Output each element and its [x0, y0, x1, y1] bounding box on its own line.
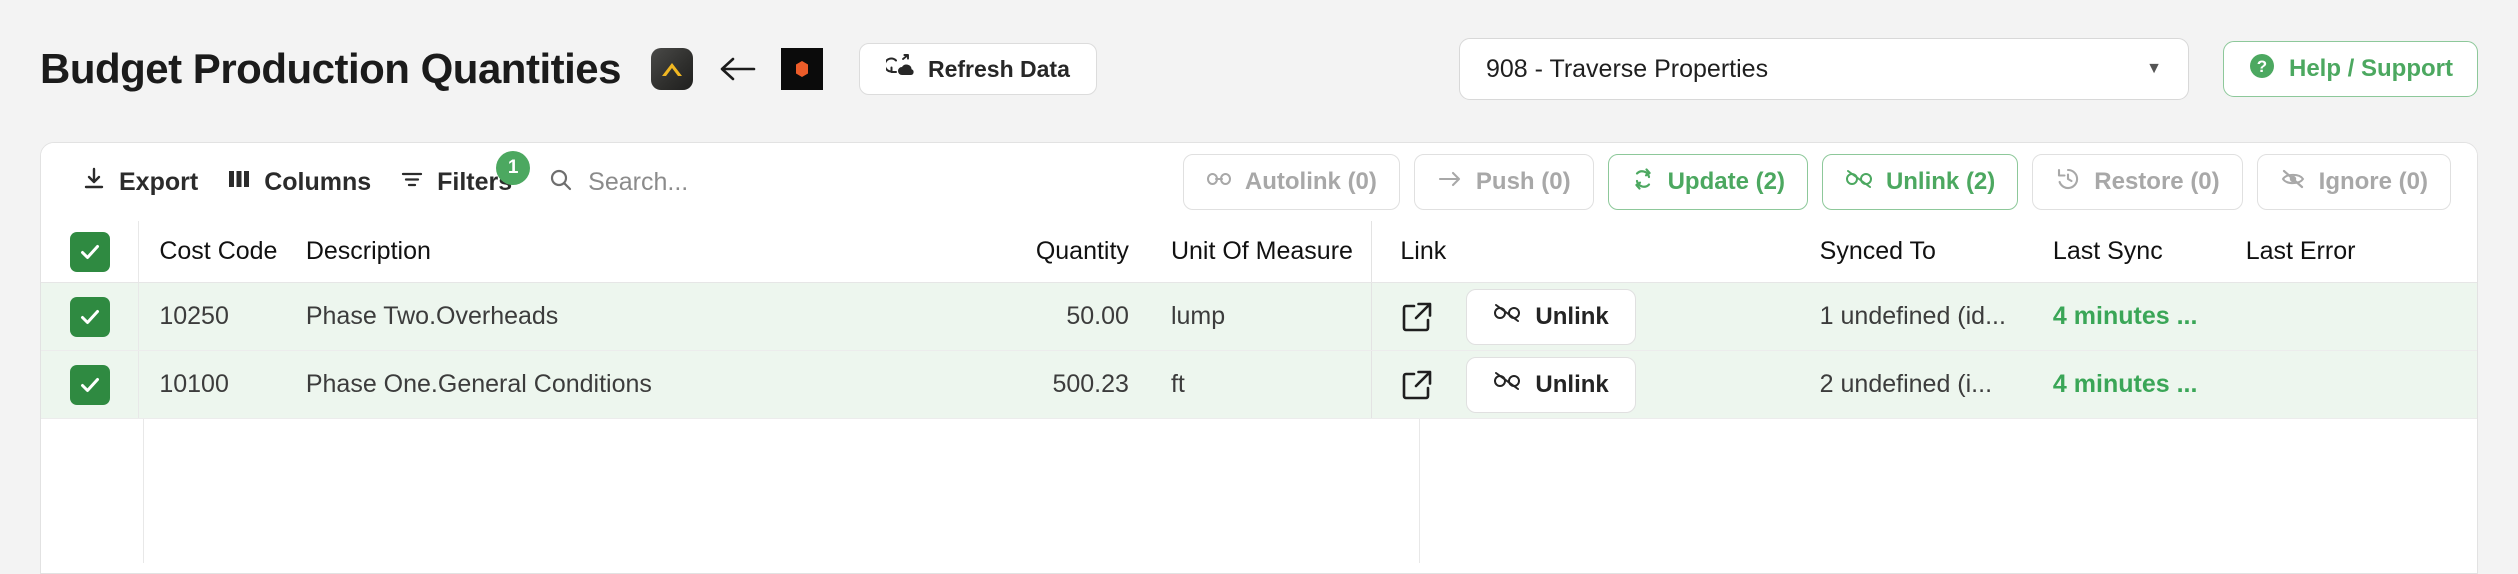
restore-label: Restore (0): [2094, 168, 2220, 195]
refresh-cw-icon: [1631, 166, 1655, 199]
grid-toolbar: Export Columns Filters 1 Search... Autol…: [41, 143, 2477, 221]
cell-synced-to: 1 undefined (id...: [1819, 302, 2006, 330]
row-checkbox[interactable]: [69, 364, 110, 405]
help-support-button[interactable]: ? Help / Support: [2223, 41, 2478, 97]
autolink-button[interactable]: Autolink (0): [1182, 154, 1400, 210]
row-unlink-label: Unlink: [1535, 370, 1609, 398]
external-link-icon[interactable]: [1400, 368, 1434, 402]
project-select[interactable]: 908 - Traverse Properties ▼: [1459, 38, 2189, 100]
search-icon: [548, 167, 574, 198]
restore-button[interactable]: Restore (0): [2032, 154, 2243, 210]
unlink-icon: [1493, 370, 1521, 399]
eye-off-icon: [2280, 168, 2306, 197]
cell-unit-of-measure: ft: [1170, 370, 1185, 398]
row-unlink-label: Unlink: [1535, 302, 1609, 330]
push-label: Push (0): [1475, 168, 1571, 195]
question-circle-icon: ?: [2248, 52, 2276, 87]
ignore-button[interactable]: Ignore (0): [2256, 154, 2451, 210]
back-arrow-icon[interactable]: [715, 48, 759, 90]
column-divider: [143, 419, 144, 563]
data-grid-panel: Export Columns Filters 1 Search... Autol…: [40, 142, 2478, 574]
cloud-refresh-icon: [883, 53, 914, 85]
ignore-label: Ignore (0): [2318, 168, 2428, 195]
cell-link: Unlink: [1371, 351, 1819, 418]
header-icon-group: [651, 48, 823, 90]
acumatica-logo-icon[interactable]: [651, 48, 693, 90]
download-icon: [81, 166, 107, 199]
row-select-cell: [41, 351, 140, 418]
row-select-cell: [41, 283, 140, 350]
table-row[interactable]: 10100 Phase One.General Conditions 500.2…: [41, 351, 2477, 419]
column-header-cost-code[interactable]: Cost Code: [139, 237, 306, 266]
page-header: Budget Production Quantities Refresh Dat…: [0, 0, 2518, 138]
svg-text:?: ?: [2257, 57, 2267, 76]
data-table: Cost Code Description Quantity Unit Of M…: [41, 221, 2477, 573]
unlink-button[interactable]: Unlink (2): [1821, 154, 2019, 210]
cell-quantity: 50.00: [1066, 302, 1129, 330]
export-label: Export: [119, 167, 199, 196]
columns-icon: [226, 167, 252, 198]
export-button[interactable]: Export: [67, 160, 212, 205]
grid-action-buttons: Autolink (0) Push (0) Update (2) Unlink …: [1182, 154, 2451, 210]
column-header-last-error[interactable]: Last Error: [2246, 237, 2477, 266]
unlink-icon: [1493, 302, 1521, 331]
refresh-data-button[interactable]: Refresh Data: [859, 43, 1097, 95]
column-header-unit-of-measure[interactable]: Unit Of Measure: [1155, 237, 1371, 266]
external-link-icon[interactable]: [1400, 300, 1434, 334]
cell-unit-of-measure: lump: [1170, 302, 1226, 330]
cell-cost-code: 10100: [159, 370, 229, 398]
update-button[interactable]: Update (2): [1607, 154, 1808, 210]
cell-link: Unlink: [1371, 283, 1819, 350]
arrow-right-icon: [1437, 168, 1463, 196]
procore-logo-icon[interactable]: [781, 48, 823, 90]
column-header-link[interactable]: Link: [1371, 221, 1819, 282]
frozen-column-divider: [1419, 419, 1420, 563]
row-unlink-button[interactable]: Unlink: [1466, 356, 1636, 413]
unlink-label: Unlink (2): [1885, 168, 1996, 195]
filters-count-badge: 1: [496, 150, 531, 185]
row-checkbox[interactable]: [69, 296, 110, 337]
column-header-synced-to[interactable]: Synced To: [1820, 237, 2053, 266]
table-row[interactable]: 10250 Phase Two.Overheads 50.00 lump Unl…: [41, 283, 2477, 351]
help-support-label: Help / Support: [2289, 55, 2453, 82]
columns-label: Columns: [264, 167, 372, 196]
search-input[interactable]: [588, 167, 909, 197]
select-all-cell: [41, 221, 140, 282]
cell-last-sync: 4 minutes ...: [2052, 302, 2198, 330]
filter-icon: [399, 167, 425, 198]
table-header-row: Cost Code Description Quantity Unit Of M…: [41, 221, 2477, 283]
project-select-value: 908 - Traverse Properties: [1486, 54, 1769, 83]
header-right-group: 908 - Traverse Properties ▼ ? Help / Sup…: [1459, 38, 2478, 100]
cell-description: Phase One.General Conditions: [305, 370, 652, 398]
cell-description: Phase Two.Overheads: [305, 302, 559, 330]
cell-quantity: 500.23: [1052, 370, 1129, 398]
cell-synced-to: 2 undefined (i...: [1819, 370, 1993, 398]
autolink-label: Autolink (0): [1244, 168, 1377, 195]
table-empty-area: [41, 419, 2477, 563]
chevron-down-icon: ▼: [2146, 60, 2162, 77]
unlink-icon: [1845, 168, 1873, 197]
cell-last-sync: 4 minutes ...: [2052, 370, 2198, 398]
column-header-description[interactable]: Description: [306, 237, 846, 266]
filters-button[interactable]: Filters 1: [385, 150, 531, 204]
cell-cost-code: 10250: [159, 302, 229, 330]
history-icon: [2055, 166, 2081, 199]
update-label: Update (2): [1667, 168, 1785, 195]
page-title: Budget Production Quantities: [40, 45, 622, 92]
column-header-quantity[interactable]: Quantity: [846, 237, 1155, 266]
push-button[interactable]: Push (0): [1413, 154, 1594, 210]
link-icon: [1206, 168, 1232, 196]
column-header-last-sync[interactable]: Last Sync: [2053, 237, 2246, 266]
search-box[interactable]: [548, 167, 909, 198]
row-unlink-button[interactable]: Unlink: [1466, 288, 1636, 345]
columns-button[interactable]: Columns: [212, 161, 385, 204]
select-all-checkbox[interactable]: [69, 231, 110, 272]
refresh-data-label: Refresh Data: [928, 55, 1070, 82]
